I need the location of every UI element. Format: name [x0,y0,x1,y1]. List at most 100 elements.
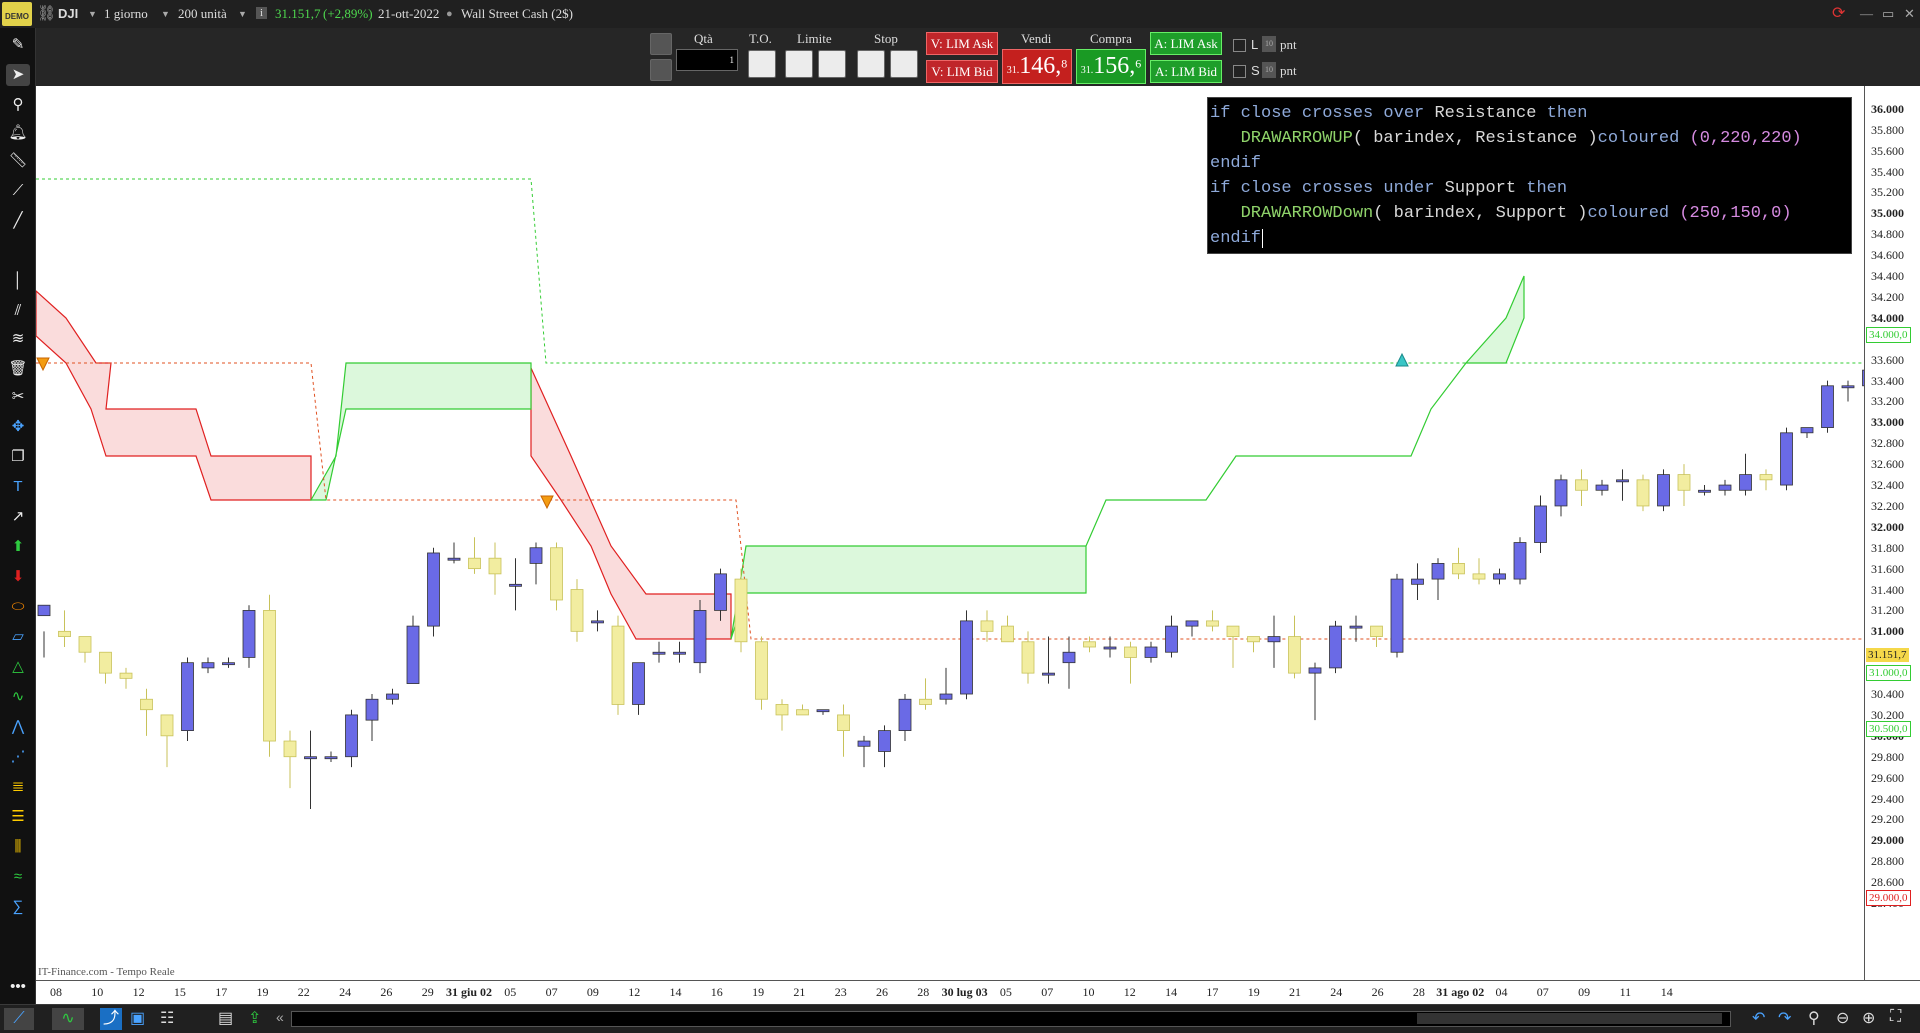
wrench-icon[interactable] [650,33,672,55]
price-tick-label: 29.400 [1871,791,1904,806]
price-tick-label: 35.800 [1871,122,1904,137]
arrow-icon[interactable]: ↗ [6,506,30,528]
ruler-icon[interactable]: 📏︎ [6,150,30,172]
undo-icon[interactable]: ↶ [1752,1008,1765,1028]
trash-icon[interactable]: 🗑︎ [6,358,30,380]
copy-icon[interactable]: ❐ [6,446,30,468]
ellipse-icon[interactable]: ⬭ [6,596,30,618]
scroll-left-icon[interactable]: « [276,1009,284,1025]
triangle-icon[interactable]: △ [6,656,30,678]
price-tick-label: 35.000 [1871,206,1904,221]
redo-icon[interactable]: ↷ [1778,1008,1791,1028]
text-icon[interactable]: T [6,476,30,498]
wave-icon[interactable]: ∿ [6,686,30,708]
units-select[interactable]: 200 unità [178,6,227,22]
price-tick-label: 29.000 [1871,833,1904,848]
channel-icon[interactable]: ⫽ [6,300,30,322]
price-tick-label: 32.200 [1871,498,1904,513]
fib-time-icon[interactable]: ⫼ [6,836,30,858]
close-icon[interactable]: ✕ [1904,6,1915,22]
zoom-icon[interactable]: ⚲ [6,94,30,116]
l-checkbox[interactable] [1233,39,1246,52]
indicator-code-overlay[interactable]: if close crosses over Resistance then DR… [1207,97,1852,254]
maximize-icon[interactable]: ▭ [1882,6,1894,22]
time-scrollbar[interactable] [291,1011,1731,1027]
symbol-select[interactable]: DJI [58,6,78,21]
buy-price-button[interactable]: 31.156,6 [1076,49,1146,84]
price-tick-label: 33.200 [1871,394,1904,409]
date-tick-label: 19 [752,985,765,999]
zoom-out-icon[interactable]: ⊖ [1836,1008,1849,1028]
calculator-icon[interactable] [650,59,672,81]
link-icon[interactable]: ⛓ [37,4,56,23]
date-tick-label: 07 [1536,985,1549,999]
info-icon[interactable]: i [256,7,268,19]
fib-arc-icon[interactable]: ≈ [6,866,30,888]
rectangle-icon[interactable]: ▱ [6,626,30,648]
s-pnt-label: pnt [1280,63,1297,78]
more-tools-icon[interactable]: ••• [6,976,30,998]
fib-retracement-icon[interactable]: ≣ [6,776,30,798]
buy-price-prefix: 31. [1080,65,1094,76]
gann-icon[interactable]: ∑ [6,896,30,918]
l-points-input[interactable]: 10 [1262,36,1276,52]
export-icon[interactable]: ⇪ [248,1008,261,1028]
date-tick-label: 11 [1619,985,1632,999]
arrow-down-icon[interactable]: ⬇ [6,566,30,588]
fullscreen-icon[interactable]: ⛶ [1890,1008,1901,1026]
segment-icon[interactable]: ⟋ [6,180,30,202]
code-token: then [1526,179,1568,198]
zoom-in-icon[interactable]: ⊕ [1862,1008,1875,1028]
scrollbar-thumb[interactable] [1417,1013,1722,1024]
layout-icon[interactable]: ▣ [130,1008,145,1028]
a-lim-bid-button[interactable]: A: LIM Bid [1150,60,1222,83]
qty-input[interactable]: 1 [676,49,738,71]
chevron-down-icon[interactable]: ▼ [88,9,97,19]
line-icon[interactable]: ╱ [6,210,30,232]
vertical-line-icon[interactable]: │ [6,270,30,292]
text-cursor [1262,229,1264,248]
stop-sell-button[interactable] [857,50,885,78]
chart-type-icon[interactable]: ⟋ [4,1008,34,1030]
fib-levels-icon[interactable]: ☰ [6,806,30,828]
code-token: coloured [1597,129,1690,148]
price-tick-label: 36.000 [1871,101,1904,116]
order-to-button[interactable] [748,50,776,78]
refresh-icon[interactable]: ⟳ [1832,3,1845,23]
date-tick-label: 26 [1371,985,1384,999]
candle-body [714,573,727,611]
s-points-input[interactable]: 10 [1262,62,1276,78]
zoom-fit-icon[interactable]: ⚲ [1808,1008,1820,1028]
limit-buy-button[interactable] [818,50,846,78]
move-icon[interactable]: ✥ [6,416,30,438]
v-lim-ask-button[interactable]: V: LIM Ask [926,32,998,55]
time-axis[interactable]: 08 10 12 15 17 19 22 24 26 29 31 giu 02 05 07 09 12 14 1… [36,980,1920,1005]
candle-body [1718,484,1732,491]
sell-price-button[interactable]: 31.146,8 [1002,49,1072,84]
v-lim-bid-button[interactable]: V: LIM Bid [926,60,998,83]
s-checkbox[interactable] [1233,65,1246,78]
period-select[interactable]: 1 giorno [104,6,148,22]
alarm-icon[interactable]: 🔔︎ [6,122,30,144]
multi-line-icon[interactable]: ≋ [6,328,30,350]
a-lim-ask-button[interactable]: A: LIM Ask [1150,32,1222,55]
elliott-wave-icon[interactable]: ⋀ [6,716,30,738]
stop-buy-button[interactable] [890,50,918,78]
candle-body [140,698,153,711]
list-icon[interactable]: ☷ [160,1008,174,1028]
minimize-icon[interactable]: — [1860,6,1873,22]
arrow-up-icon[interactable]: ⬆ [6,536,30,558]
screen-icon[interactable]: ▤ [218,1008,233,1028]
indicator-icon[interactable]: ∿ [52,1008,84,1030]
fib-fan-icon[interactable]: ⋰ [6,746,30,768]
tools-icon[interactable]: ✂ [6,386,30,408]
pencil-icon[interactable]: ✎ [6,34,30,56]
candle-body [263,610,276,742]
candle-body [1349,625,1363,629]
price-axis[interactable]: 36.000 35.800 35.600 35.400 35.200 35.000 34.8… [1864,86,1920,980]
chevron-down-icon[interactable]: ▼ [238,9,247,19]
cursor-icon[interactable]: ➤ [6,64,30,86]
limit-sell-button[interactable] [785,50,813,78]
chevron-down-icon[interactable]: ▼ [161,9,170,19]
share-icon[interactable]: ⤴ [100,1008,122,1030]
